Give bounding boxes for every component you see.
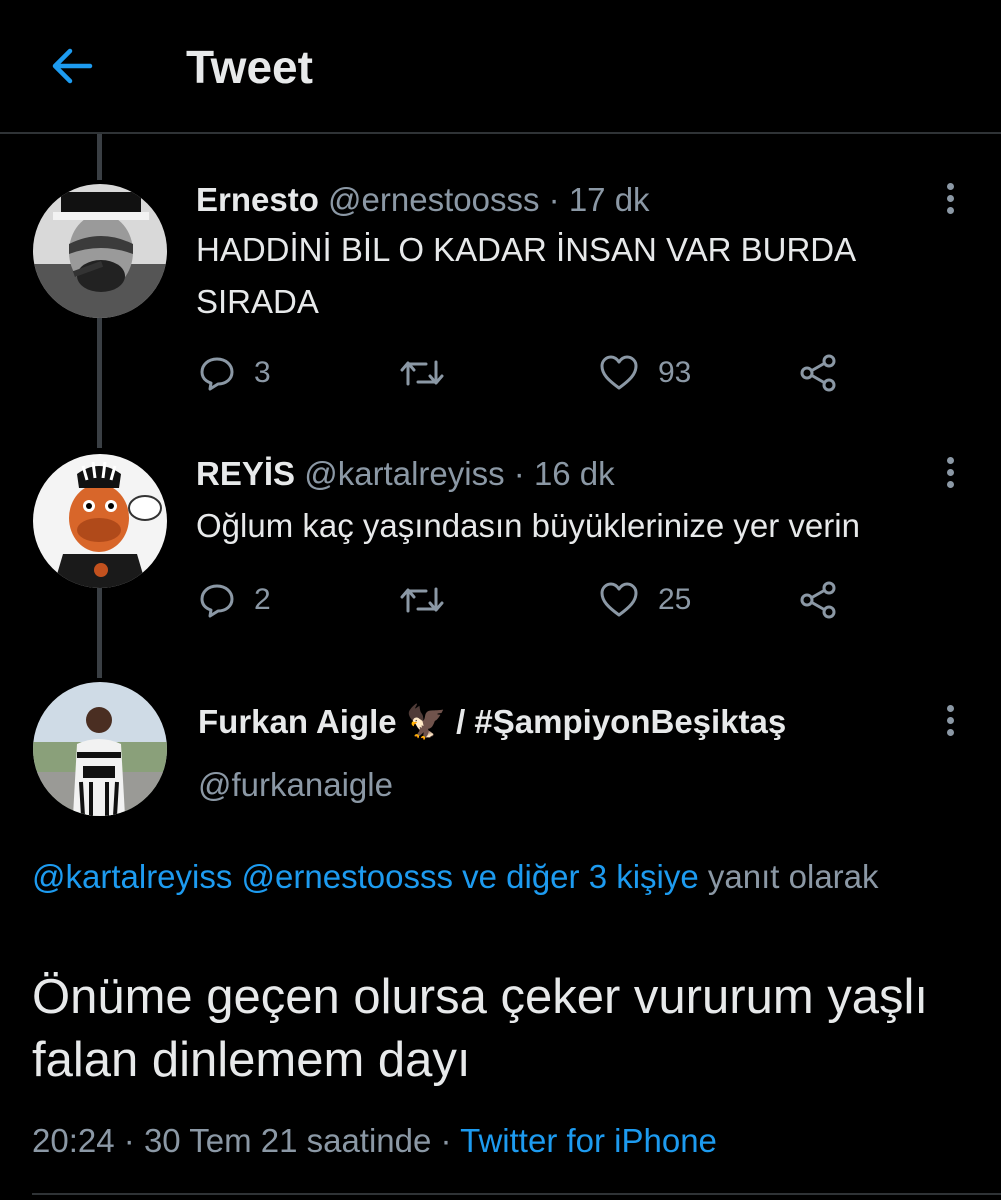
back-arrow-icon[interactable] xyxy=(46,40,98,92)
more-options-icon[interactable] xyxy=(938,702,962,742)
reply-button[interactable]: 3 xyxy=(198,353,271,393)
tweet-actions: 2 25 xyxy=(196,580,856,620)
share-icon xyxy=(800,354,836,392)
avatar[interactable] xyxy=(33,682,167,816)
reply-to-suffix: yanıt olarak xyxy=(707,858,879,895)
retweet-icon xyxy=(400,360,444,386)
reply-context: @kartalreyiss @ernestoosss ve diğer 3 ki… xyxy=(32,852,932,902)
separator: · xyxy=(548,181,560,218)
tweet-timestamp: 20:24 · 30 Tem 21 saatinde · Twitter for… xyxy=(32,1120,717,1162)
reply-count: 2 xyxy=(254,583,271,616)
retweet-button[interactable] xyxy=(398,353,446,393)
avatar[interactable] xyxy=(33,184,167,318)
like-count: 25 xyxy=(658,583,692,616)
eagle-emoji: 🦅 xyxy=(405,703,447,740)
user-handle[interactable]: @furkanaigle xyxy=(198,765,393,805)
display-name[interactable]: Ernesto xyxy=(196,181,319,218)
page-title: Tweet xyxy=(186,41,313,93)
thread-connector xyxy=(97,134,102,180)
tweet-actions: 3 93 xyxy=(196,353,856,393)
user-handle[interactable]: @kartalreyiss xyxy=(304,455,504,492)
tweet-meta: Ernesto @ernestoosss · 17 dk xyxy=(196,180,650,220)
avatar[interactable] xyxy=(33,454,167,588)
like-count: 93 xyxy=(658,356,692,389)
thread-connector xyxy=(97,588,102,678)
retweet-button[interactable] xyxy=(398,580,446,620)
separator: · xyxy=(440,1122,452,1159)
separator: · xyxy=(513,455,525,492)
like-button[interactable]: 25 xyxy=(598,580,691,620)
source-link[interactable]: Twitter for iPhone xyxy=(460,1122,717,1159)
display-name-suffix: / #ŞampiyonBeşiktaş xyxy=(456,703,787,740)
time: 20:24 xyxy=(32,1122,115,1159)
reply-count: 3 xyxy=(254,356,271,389)
user-handle[interactable]: @ernestoosss xyxy=(328,181,539,218)
tweet-text: Oğlum kaç yaşındasın büyüklerinize yer v… xyxy=(196,507,860,544)
share-button[interactable] xyxy=(798,580,840,620)
reply-button[interactable]: 2 xyxy=(198,580,271,620)
heart-icon xyxy=(600,582,638,617)
reply-icon xyxy=(200,357,234,391)
separator: · xyxy=(123,1122,135,1159)
top-bar: Tweet xyxy=(0,0,1001,134)
divider xyxy=(32,1193,1001,1195)
share-button[interactable] xyxy=(798,353,840,393)
more-options-icon[interactable] xyxy=(938,454,962,494)
heart-icon xyxy=(600,355,638,390)
tweet-meta: REYİS @kartalreyiss · 16 dk xyxy=(196,454,615,494)
timestamp: 17 dk xyxy=(568,181,650,218)
main-tweet-text: Önüme geçen olursa çeker vururum yaşlı f… xyxy=(32,970,928,1087)
retweet-icon xyxy=(400,587,444,613)
more-options-icon[interactable] xyxy=(938,180,962,220)
thread-connector xyxy=(97,318,102,448)
reply-icon xyxy=(200,584,234,618)
display-name[interactable]: Furkan Aigle 🦅 / #ŞampiyonBeşiktaş xyxy=(198,700,786,744)
display-name-text: Furkan Aigle xyxy=(198,703,397,740)
timestamp: 16 dk xyxy=(533,455,615,492)
share-icon xyxy=(800,581,836,619)
display-name[interactable]: REYİS xyxy=(196,455,295,492)
like-button[interactable]: 93 xyxy=(598,353,691,393)
reply-to-links[interactable]: @kartalreyiss @ernestoosss ve diğer 3 ki… xyxy=(32,858,699,895)
tweet-text: HADDİNİ BİL O KADAR İNSAN VAR BURDA SIRA… xyxy=(196,231,855,320)
date: 30 Tem 21 saatinde xyxy=(143,1122,432,1159)
